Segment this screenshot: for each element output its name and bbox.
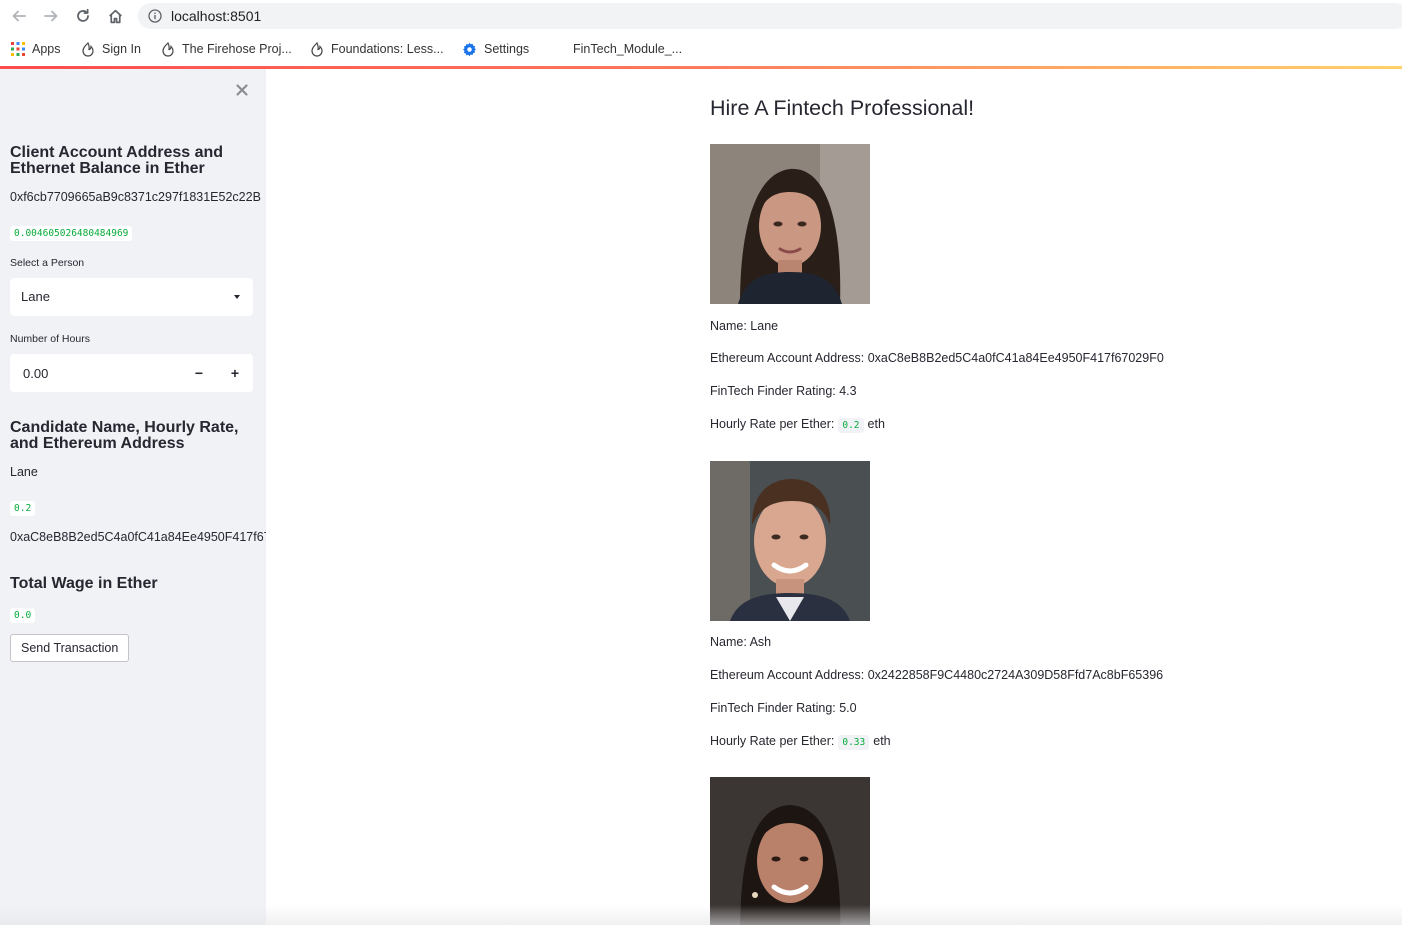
bookmark-foundations[interactable]: Foundations: Less...: [310, 40, 444, 58]
rate-value: 0.2: [838, 418, 864, 433]
heading-line: Candidate Name, Hourly Rate,: [10, 419, 239, 436]
candidate-name-text: Name: Ash: [710, 635, 772, 649]
select-person-label: Select a Person: [10, 257, 85, 269]
candidate-rating-text: FinTech Finder Rating: 4.3: [710, 384, 857, 398]
heading-line: Ethernet Balance in Ether: [10, 160, 205, 177]
bookmark-label: Foundations: Less...: [331, 42, 444, 56]
firehose-icon: [311, 41, 323, 57]
site-info-icon[interactable]: [148, 9, 162, 28]
bookmark-apps[interactable]: Apps: [11, 40, 61, 58]
home-icon[interactable]: [104, 6, 126, 26]
candidate-photo-third: [710, 777, 870, 925]
hours-value[interactable]: 0.00: [23, 366, 48, 381]
bookmark-settings[interactable]: Settings: [462, 40, 529, 58]
url-text: localhost:8501: [171, 8, 262, 24]
close-sidebar-icon[interactable]: [234, 82, 250, 98]
apps-grid-icon: [11, 42, 25, 56]
client-account-heading: Client Account Address and Ethernet Bala…: [10, 145, 223, 177]
hours-label: Number of Hours: [10, 333, 90, 345]
heading-line: Client Account Address and: [10, 144, 224, 161]
bookmarks-bar: Apps Sign In The Firehose Proj... Founda…: [0, 32, 1402, 66]
candidate-address: 0xaC8eB8B2ed5C4a0fC41a84Ee4950F417f67029…: [10, 530, 266, 544]
rate-value: 0.33: [838, 735, 870, 750]
firehose-icon: [162, 41, 174, 57]
rate-label: Hourly Rate per Ether:: [710, 734, 835, 748]
candidate-heading: Candidate Name, Hourly Rate, and Ethereu…: [10, 420, 239, 452]
bookmark-label: Sign In: [102, 42, 141, 56]
total-wage-value: 0.0: [10, 608, 36, 623]
bookmark-label: Apps: [32, 42, 61, 56]
gear-icon: [463, 42, 476, 56]
page-title: Hire A Fintech Professional!: [710, 96, 975, 120]
hours-number-input[interactable]: 0.00 − +: [10, 354, 253, 392]
reload-icon[interactable]: [72, 6, 94, 26]
bookmark-label: Settings: [484, 42, 530, 56]
bookmark-label: The Firehose Proj...: [182, 42, 292, 56]
bookmark-sign-in[interactable]: Sign In: [81, 40, 141, 58]
browser-toolbar: localhost:8501: [0, 0, 1402, 32]
candidate-name-text: Name: Lane: [710, 319, 779, 333]
select-person-dropdown[interactable]: Lane: [10, 278, 253, 316]
bookmark-label: FinTech_Module_...: [573, 42, 683, 56]
bookmark-fintech-module[interactable]: FinTech_Module_...: [573, 40, 682, 58]
scroll-shadow: [0, 905, 1402, 925]
candidate-name: Lane: [10, 465, 38, 479]
main-content: Hire A Fintech Professional! Name: Lane …: [266, 69, 1402, 925]
send-transaction-button[interactable]: Send Transaction: [10, 634, 130, 662]
candidate-photo-lane: [710, 144, 870, 304]
candidate-photo-ash: [710, 461, 870, 621]
candidate-address-text: Ethereum Account Address: 0xaC8eB8B2ed5C…: [710, 351, 1164, 365]
candidate-rating-text: FinTech Finder Rating: 5.0: [710, 701, 857, 715]
address-bar[interactable]: localhost:8501: [138, 3, 1402, 29]
sidebar: Client Account Address and Ethernet Bala…: [0, 69, 266, 925]
firehose-icon: [82, 41, 94, 57]
back-icon[interactable]: [8, 6, 30, 26]
candidate-address-text: Ethereum Account Address: 0x2422858F9C44…: [710, 668, 1164, 682]
total-wage-heading: Total Wage in Ether: [10, 575, 158, 592]
client-address: 0xf6cb7709665aB9c8371c297f1831E52c22B: [10, 190, 261, 204]
increment-button[interactable]: +: [227, 363, 243, 383]
decrement-button[interactable]: −: [191, 363, 207, 383]
heading-line: and Ethereum Address: [10, 435, 185, 452]
selected-person: Lane: [21, 289, 50, 304]
candidate-rate-row: Hourly Rate per Ether: 0.33 eth: [710, 734, 891, 750]
client-balance: 0.004605026480484969: [10, 226, 133, 241]
bookmark-firehose-project[interactable]: The Firehose Proj...: [161, 40, 292, 58]
chevron-down-icon: [234, 295, 240, 299]
rate-unit: eth: [873, 734, 891, 748]
rate-label: Hourly Rate per Ether:: [710, 417, 835, 431]
candidate-rate-row: Hourly Rate per Ether: 0.2 eth: [710, 417, 885, 433]
forward-icon[interactable]: [40, 6, 62, 26]
rate-unit: eth: [867, 417, 885, 431]
candidate-rate: 0.2: [10, 501, 36, 516]
